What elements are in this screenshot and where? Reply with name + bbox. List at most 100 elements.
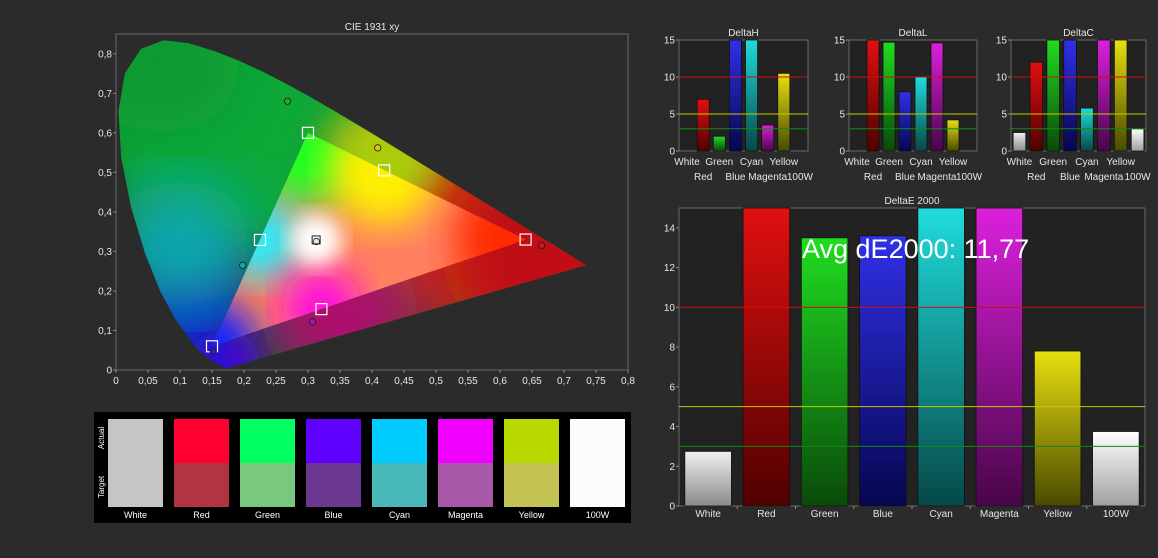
deltah-x-label-white: White — [674, 157, 700, 168]
swatch-target-blue — [306, 463, 361, 507]
swatch-actual-label: Actual — [97, 427, 106, 449]
deltae-x-label-white: White — [695, 509, 721, 520]
cie-measured-blue — [209, 347, 217, 356]
swatch-label-white: White — [124, 510, 147, 520]
deltac-x-label-red: Red — [1027, 172, 1045, 183]
cie-measured-red — [537, 241, 546, 250]
deltaE2000-chart: DeltaE 2000 0 2 4 6 8 10 12 14 White Red Green Blue C… — [664, 196, 1146, 520]
deltae-bar-7 — [1092, 431, 1140, 507]
swatch-label-magenta: Magenta — [448, 510, 483, 520]
deltae-y-tick-4: 8 — [669, 343, 675, 354]
deltah-x-label-cyan: Cyan — [740, 157, 763, 168]
deltae-y-tick-7: 14 — [664, 223, 676, 234]
swatch-label-red: Red — [193, 510, 210, 520]
deltal-x-label-yellow: Yellow — [939, 157, 968, 168]
cie-y-tick-8: 0,8 — [98, 49, 112, 60]
deltal-title: DeltaL — [899, 28, 928, 39]
deltae-annotation: Avg dE2000: 11,77 — [802, 234, 1029, 264]
swatch-label-100w: 100W — [586, 510, 610, 520]
cie-y-tick-3: 0,3 — [98, 247, 112, 258]
cie-y-tick-6: 0,6 — [98, 128, 112, 139]
cie-measured-yellow — [374, 144, 382, 152]
deltac-x-label-cyan: Cyan — [1075, 157, 1098, 168]
cie-x-tick-10: 0,5 — [429, 376, 443, 387]
deltah-title: DeltaH — [728, 28, 759, 39]
deltal-bar-3 — [898, 91, 912, 152]
deltae-title: DeltaE 2000 — [884, 196, 939, 207]
deltal-x-label-magenta: Magenta — [918, 172, 957, 183]
cie-x-tick-12: 0,6 — [493, 376, 507, 387]
deltah-y-tick-1: 5 — [669, 110, 675, 121]
cie-y-tick-0: 0 — [106, 366, 112, 377]
deltac-bar-2 — [1046, 39, 1060, 152]
swatch-actual-white — [108, 419, 163, 463]
cie-y-axis: 0 0,1 0,2 0,3 0,4 0,5 0,6 0,7 0,8 — [98, 49, 116, 377]
deltae-x-label-green: Green — [811, 509, 839, 520]
cie-x-axis: 0 0,05 0,1 0,15 0,2 0,25 0,3 0,35 0,4 0,45 0,5 0,55… — [113, 370, 635, 387]
deltac-title: DeltaC — [1063, 28, 1094, 39]
color-swatch-panel: Actual Target White Red Green Blue Cyan Magenta… — [94, 412, 631, 523]
deltah-bar-3 — [728, 39, 742, 152]
swatch-actual-green — [240, 419, 295, 463]
deltae-x-label-yellow: Yellow — [1043, 509, 1072, 520]
cie-x-tick-7: 0,35 — [330, 376, 350, 387]
deltae-bar-1 — [742, 207, 791, 507]
deltah-x-label-green: Green — [705, 157, 733, 168]
deltac-bar-6 — [1113, 39, 1128, 152]
cie-x-tick-8: 0,4 — [365, 376, 379, 387]
cie-x-tick-2: 0,1 — [173, 376, 187, 387]
cie-x-tick-4: 0,2 — [237, 376, 251, 387]
deltaH-chart: DeltaH 0 5 10 15 White Green Cyan Yellow Red Blue M… — [664, 28, 814, 183]
swatch-target-green — [240, 463, 295, 507]
deltah-y-tick-0: 0 — [669, 147, 675, 158]
cie-measured-magenta — [308, 318, 317, 326]
swatch-actual-100w — [570, 419, 625, 463]
deltac-x-label-magenta: Magenta — [1084, 172, 1123, 183]
deltal-x-label-green: Green — [875, 157, 903, 168]
cie-x-tick-9: 0,45 — [394, 376, 414, 387]
cie-x-tick-5: 0,25 — [266, 376, 286, 387]
deltah-x-label-red: Red — [694, 172, 712, 183]
cie-x-tick-1: 0,05 — [138, 376, 158, 387]
deltah-x-label-100w: 100W — [787, 172, 814, 183]
swatch-actual-red — [174, 419, 229, 463]
deltah-bar-6 — [777, 72, 791, 152]
swatch-actual-yellow — [504, 419, 559, 463]
deltac-x-label-blue: Blue — [1060, 172, 1080, 183]
swatch-label-cyan: Cyan — [389, 510, 410, 520]
swatch-actual-magenta — [438, 419, 493, 463]
swatch-actual-cyan — [372, 419, 427, 463]
deltal-y-tick-1: 5 — [839, 110, 845, 121]
deltah-x-label-magenta: Magenta — [748, 172, 787, 183]
deltae-x-label-blue: Blue — [873, 509, 893, 520]
swatch-target-red — [174, 463, 229, 507]
swatch-target-yellow — [504, 463, 559, 507]
deltae-y-tick-6: 12 — [664, 263, 676, 274]
deltal-bar-6 — [946, 119, 960, 152]
deltac-x-label-100w: 100W — [1125, 172, 1152, 183]
deltal-y-tick-0: 0 — [839, 147, 845, 158]
swatch-target-cyan — [372, 463, 427, 507]
deltal-x-label-100w: 100W — [956, 172, 983, 183]
deltaC-chart: DeltaC 0 5 10 15 White Green Cyan Yellow Red Blue M… — [996, 28, 1151, 183]
deltaL-chart: DeltaL 0 5 10 15 White Green Cyan Yellow Red Blue M… — [834, 28, 983, 183]
cie-measured-cyan — [239, 261, 247, 269]
cie-chart-title: CIE 1931 xy — [345, 22, 399, 33]
deltal-x-label-white: White — [844, 157, 870, 168]
cie-x-tick-14: 0,7 — [557, 376, 571, 387]
cie-x-tick-0: 0 — [113, 376, 119, 387]
swatch-target-magenta — [438, 463, 493, 507]
swatch-target-label: Target — [97, 475, 106, 498]
swatch-target-100w — [570, 463, 625, 507]
deltac-bar-0 — [1012, 132, 1027, 152]
deltac-y-tick-1: 5 — [1001, 110, 1007, 121]
deltac-bar-4 — [1080, 107, 1094, 152]
deltae-bar-0 — [684, 450, 732, 507]
cie-y-tick-1: 0,1 — [98, 326, 112, 337]
deltae-x-label-cyan: Cyan — [929, 509, 952, 520]
deltae-x-label-100w: 100W — [1103, 509, 1130, 520]
deltac-bar-7 — [1130, 128, 1145, 152]
deltal-x-label-cyan: Cyan — [909, 157, 932, 168]
deltah-bar-4 — [745, 39, 759, 152]
deltac-y-tick-3: 15 — [996, 36, 1008, 47]
